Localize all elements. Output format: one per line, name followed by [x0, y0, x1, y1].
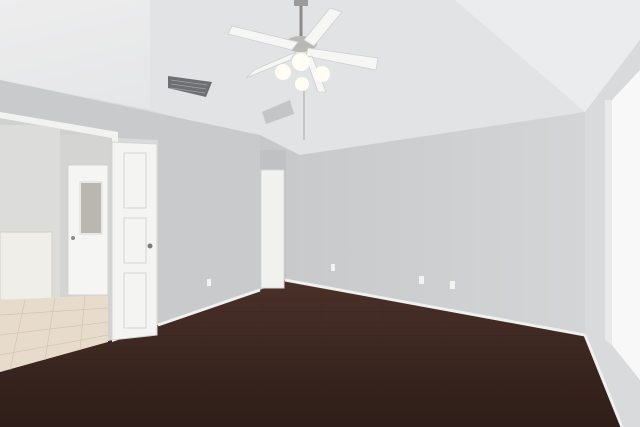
door-knob-icon — [147, 243, 153, 249]
window-frame — [605, 100, 612, 345]
wall-outlet — [207, 279, 211, 286]
wall-outlet — [450, 281, 455, 289]
bedroom-photo — [0, 0, 640, 427]
wall-outlet — [419, 276, 424, 284]
wall-outlet — [331, 264, 335, 271]
door-knob-icon — [71, 236, 75, 240]
window — [612, 70, 640, 380]
bedroom-door — [111, 141, 158, 341]
bathroom-mirror — [79, 181, 103, 235]
closet-door — [260, 169, 285, 289]
bathtub — [0, 231, 53, 301]
